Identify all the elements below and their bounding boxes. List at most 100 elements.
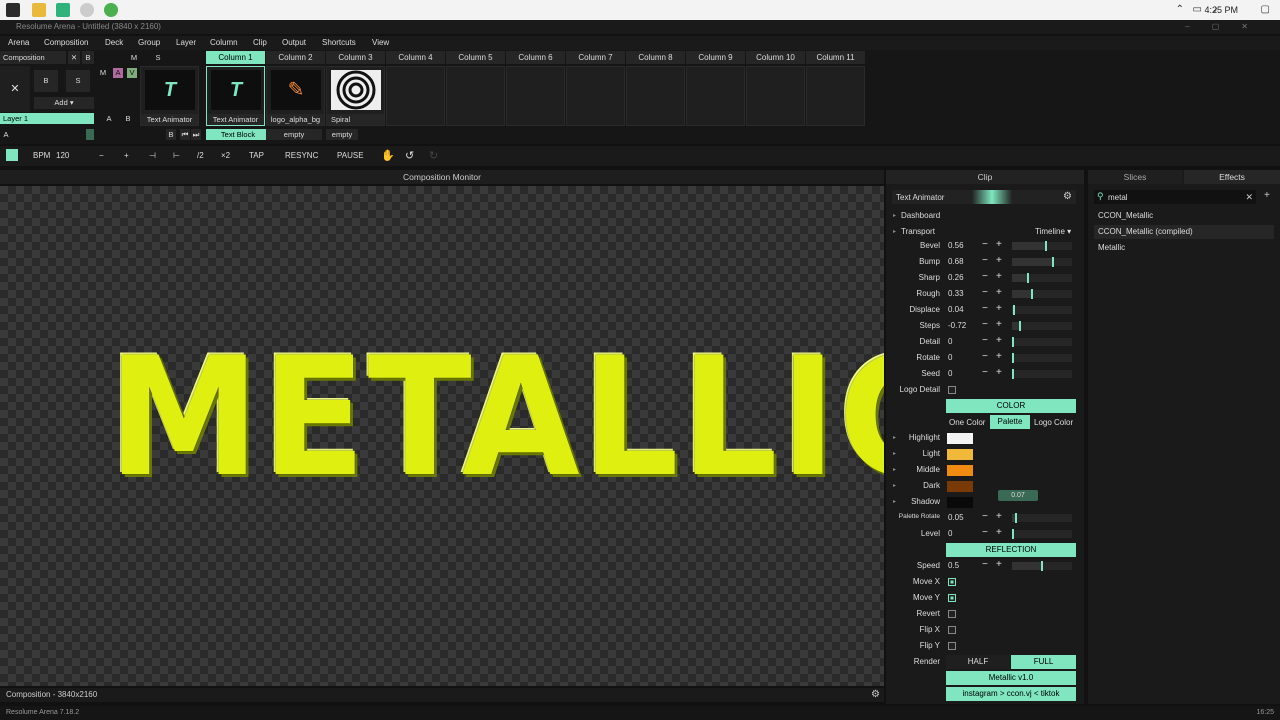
composition-s-button[interactable]: S (152, 51, 164, 64)
notification-icon[interactable]: ▢ (1261, 4, 1270, 15)
reflection-section-header[interactable]: REFLECTION (946, 543, 1076, 557)
param-slider[interactable] (1012, 241, 1072, 251)
param-slider[interactable] (1012, 289, 1072, 299)
metronome-icon[interactable] (6, 149, 18, 161)
bpm-half-button[interactable]: /2 (197, 151, 204, 160)
menu-arena[interactable]: Arena (8, 38, 29, 47)
column-header-2[interactable]: Column 2 (266, 51, 325, 64)
clip-slot-empty[interactable] (566, 66, 625, 126)
transport-expand-icon[interactable]: ▸ (893, 228, 896, 235)
param-increase-button[interactable]: + (996, 271, 1002, 282)
effect-result[interactable]: CCON_Metallic (compiled) (1094, 225, 1274, 239)
composition-close-icon[interactable]: ✕ (68, 51, 80, 64)
monitor-settings-icon[interactable]: ⚙ (871, 688, 880, 702)
param-value[interactable]: 0.33 (948, 289, 964, 298)
palette-rotate-increase[interactable]: + (996, 511, 1002, 522)
clip-b-button[interactable]: B (166, 129, 176, 140)
palette-rotate-decrease[interactable]: − (982, 511, 988, 522)
bpm-double-button[interactable]: ×2 (221, 151, 230, 160)
clip-slot-empty[interactable] (446, 66, 505, 126)
layer-clip-empty[interactable]: empty (266, 129, 322, 140)
layer-solo-button[interactable]: S (66, 70, 90, 92)
render-full-button[interactable]: FULL (1011, 655, 1076, 669)
param-value[interactable]: 0.56 (948, 241, 964, 250)
param-value[interactable]: 0.68 (948, 257, 964, 266)
toggle-checkbox[interactable] (948, 642, 956, 650)
speed-increase[interactable]: + (996, 559, 1002, 570)
version-button[interactable]: Metallic v1.0 (946, 671, 1076, 685)
param-decrease-button[interactable]: − (982, 351, 988, 362)
param-slider[interactable] (1012, 305, 1072, 315)
layer-crossfader-b[interactable]: B (122, 113, 134, 124)
menu-view[interactable]: View (372, 38, 389, 47)
folder-icon[interactable] (32, 3, 46, 17)
expand-icon[interactable]: ▸ (893, 482, 896, 489)
tab-effects[interactable]: Effects (1184, 170, 1280, 184)
bpm-decrease-button[interactable]: − (99, 151, 104, 160)
param-decrease-button[interactable]: − (982, 367, 988, 378)
menu-clip[interactable]: Clip (253, 38, 267, 47)
expand-icon[interactable]: ▸ (893, 466, 896, 473)
param-value[interactable]: 0 (948, 353, 952, 362)
menu-layer[interactable]: Layer (176, 38, 196, 47)
clip-slot-empty[interactable] (506, 66, 565, 126)
expand-icon[interactable]: ▸ (893, 498, 896, 505)
composition-b-button[interactable]: B (82, 51, 94, 64)
param-increase-button[interactable]: + (996, 367, 1002, 378)
param-value[interactable]: 0.26 (948, 273, 964, 282)
clip-slot-selected[interactable]: T Text Animator (206, 66, 265, 126)
param-slider[interactable] (1012, 257, 1072, 267)
resolume-icon[interactable] (56, 3, 70, 17)
clip-slot-empty[interactable] (626, 66, 685, 126)
palette-rotate-slider[interactable] (1012, 513, 1072, 523)
column-header-9[interactable]: Column 9 (686, 51, 745, 64)
column-header-8[interactable]: Column 8 (626, 51, 685, 64)
param-increase-button[interactable]: + (996, 319, 1002, 330)
render-half-button[interactable]: HALF (946, 655, 1010, 669)
window-buttons[interactable]: –▢✕ (1185, 20, 1270, 34)
column-header-4[interactable]: Column 4 (386, 51, 445, 64)
param-decrease-button[interactable]: − (982, 255, 988, 266)
layer-clip-text-block[interactable]: Text Block (206, 129, 270, 140)
toggle-checkbox[interactable] (948, 610, 956, 618)
composition-monitor[interactable]: METALLIC (0, 186, 884, 686)
param-value[interactable]: 0 (948, 337, 952, 346)
column-header-1[interactable]: Column 1 (206, 51, 265, 64)
clip-slot[interactable]: ✎ logo_alpha_bg (266, 66, 325, 126)
param-decrease-button[interactable]: − (982, 287, 988, 298)
param-decrease-button[interactable]: − (982, 303, 988, 314)
redo-icon[interactable]: ↻ (429, 149, 438, 162)
effects-search[interactable]: ⚲ metal ✕ (1094, 190, 1256, 204)
toggle-checkbox[interactable] (948, 578, 956, 586)
dashboard-label[interactable]: Dashboard (901, 211, 940, 220)
composition-label[interactable]: Composition (0, 51, 66, 64)
toggle-checkbox[interactable] (948, 626, 956, 634)
param-increase-button[interactable]: + (996, 351, 1002, 362)
bpm-value[interactable]: 120 (56, 151, 69, 160)
credit-button[interactable]: instagram > ccon.vj < tiktok (946, 687, 1076, 701)
speed-value[interactable]: 0.5 (948, 561, 959, 570)
clip-slot-empty[interactable] (686, 66, 745, 126)
param-increase-button[interactable]: + (996, 287, 1002, 298)
logo-color-tab[interactable]: Logo Color (1034, 418, 1073, 427)
column-header-3[interactable]: Column 3 (326, 51, 385, 64)
param-value[interactable]: 0.04 (948, 305, 964, 314)
column-header-10[interactable]: Column 10 (746, 51, 805, 64)
clip-settings-icon[interactable]: ⚙ (1063, 191, 1072, 202)
undo-icon[interactable]: ↺ (405, 149, 414, 162)
layer-clip-empty[interactable]: empty (326, 129, 358, 140)
param-slider[interactable] (1012, 321, 1072, 331)
clock[interactable]: 4:25 PM (1204, 5, 1238, 15)
palette-tab[interactable]: Palette (990, 415, 1030, 429)
layer-name[interactable]: Layer 1 (0, 113, 94, 124)
one-color-tab[interactable]: One Color (949, 418, 985, 427)
clip-next-icon[interactable]: ⏭ (191, 129, 201, 140)
toggle-checkbox[interactable] (948, 594, 956, 602)
nudge-forward-icon[interactable]: ⊢ (173, 151, 180, 160)
level-slider[interactable] (1012, 529, 1072, 539)
param-decrease-button[interactable]: − (982, 319, 988, 330)
add-effect-icon[interactable]: + (1264, 190, 1270, 201)
clip-slot-empty[interactable] (386, 66, 445, 126)
param-slider[interactable] (1012, 337, 1072, 347)
clip-slot-empty[interactable] (746, 66, 805, 126)
